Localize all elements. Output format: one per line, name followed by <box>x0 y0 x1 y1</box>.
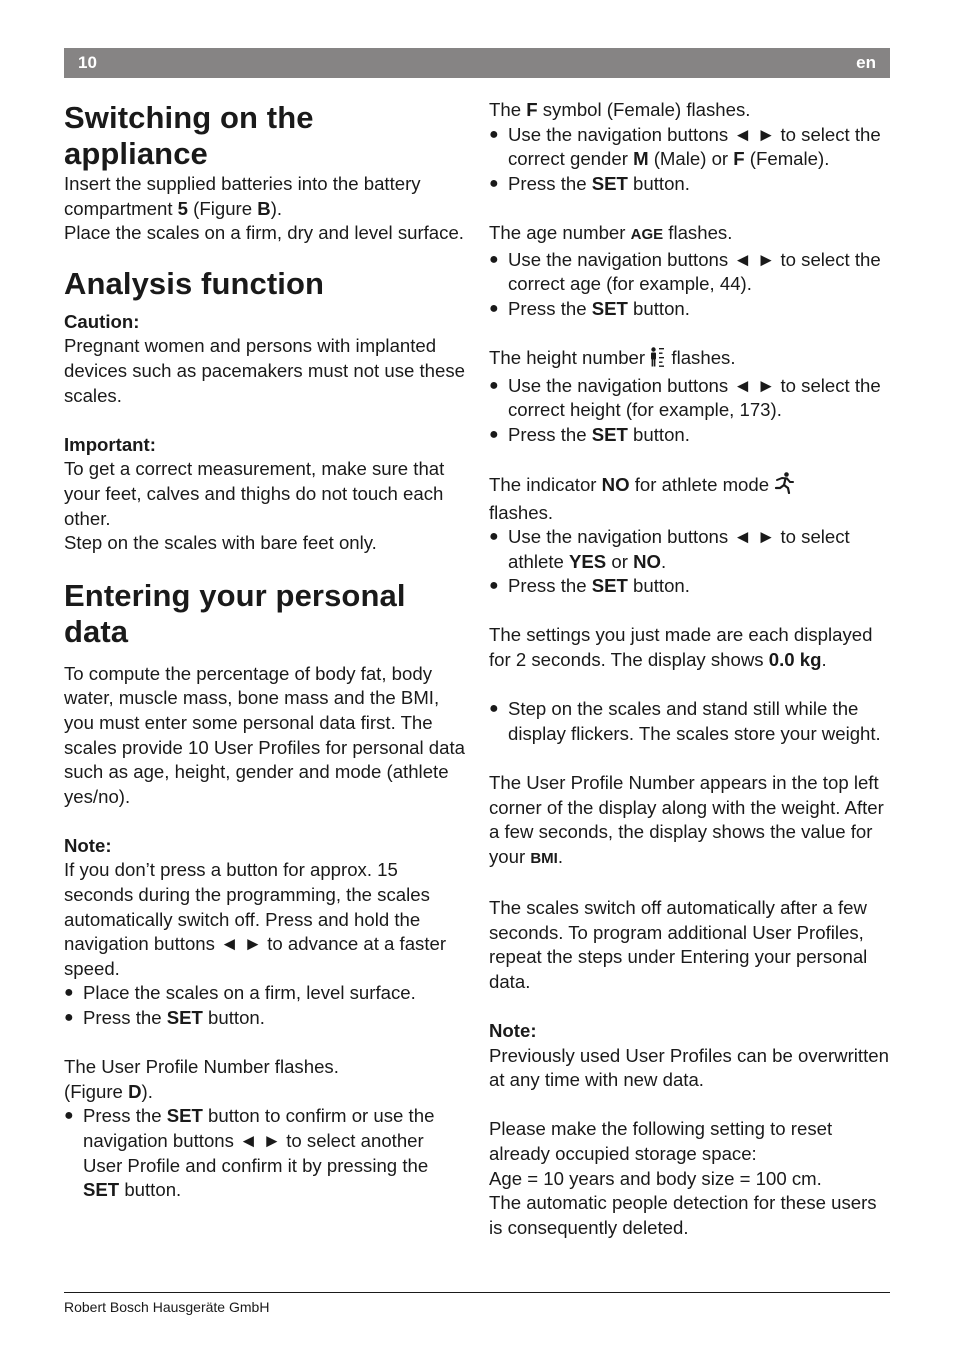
bold-term: SET <box>591 172 628 194</box>
bullet-item: ● Use the navigation buttons ◄ ► to selec… <box>489 248 881 295</box>
caution-text: Pregnant women and persons with implante… <box>64 335 466 406</box>
athlete-intro-continued: flashes. <box>489 501 554 523</box>
right-column: The F symbol (Female) flashes. ● Use the … <box>489 98 893 1240</box>
bullet-list: ● Press the SET button to confirm or use … <box>64 1104 466 1202</box>
page-number: 10 <box>78 53 97 72</box>
note-label: Note: <box>489 1019 537 1041</box>
language-code: en <box>856 53 876 72</box>
bullet-item: ● Press the SET button. <box>489 423 893 448</box>
bullet-list: ● Step on the scales and stand still whil… <box>489 697 893 746</box>
footer-company: Robert Bosch Hausgeräte GmbH <box>64 1299 270 1315</box>
bullet-item: ● Press the SET button. <box>64 1006 466 1031</box>
bold-term: SET <box>83 1179 120 1201</box>
important-label: Important: <box>64 433 156 455</box>
note-text: Previously used User Profiles can be ove… <box>489 1044 889 1091</box>
important-text: To get a correct measurement, make sure … <box>64 458 445 529</box>
bullet-item: ● Press the SET button. <box>489 574 893 599</box>
bullet-item: ● Use the navigation buttons ◄ ► to selec… <box>489 526 850 572</box>
bold-term: F <box>733 148 745 170</box>
intro-text: To compute the percentage of body fat, b… <box>64 662 466 807</box>
bullet-item: ● Use the navigation buttons ◄ ► to selec… <box>489 123 881 170</box>
bullet-icon: ● <box>64 984 74 1002</box>
bullet-item: ● Use the navigation buttons ◄ ► to selec… <box>489 374 881 421</box>
reset-text: Please make the following setting to res… <box>489 1118 833 1164</box>
bullet-item: ● Press the SET button to confirm or use … <box>64 1105 435 1201</box>
note-text: If you don’t press a button for approx. … <box>64 859 447 979</box>
heading-entering-personal-data: Entering your personal data <box>64 577 406 649</box>
bold-term: YES <box>569 550 607 572</box>
bullet-icon: ● <box>489 376 499 394</box>
height-intro: The height number flashes. <box>489 346 893 374</box>
paragraph: Place the scales on a firm, dry and leve… <box>64 222 464 244</box>
bullet-item: ● Step on the scales and stand still whil… <box>489 698 881 744</box>
important-text-2: Step on the scales with bare feet only. <box>64 532 377 554</box>
bullet-icon: ● <box>489 174 499 192</box>
bold-term: SET <box>166 1105 203 1127</box>
switch-off-text: The scales switch off automatically afte… <box>489 897 868 992</box>
bullet-icon: ● <box>489 425 499 443</box>
bullet-icon: ● <box>489 700 499 718</box>
bullet-icon: ● <box>64 1009 74 1027</box>
heading-switching-on: Switching on the appliance <box>64 100 314 171</box>
bullet-icon: ● <box>64 1107 74 1125</box>
bold-term: 0.0 kg <box>768 649 822 671</box>
reset-values: Age = 10 years and body size = 100 cm. <box>489 1167 822 1189</box>
footer-divider <box>64 1292 890 1293</box>
note-label: Note: <box>64 834 112 856</box>
bullet-icon: ● <box>489 125 499 143</box>
bold-term: B <box>257 197 271 219</box>
settings-shown-text: The settings you just made are each disp… <box>489 624 873 671</box>
bold-term: SET <box>591 423 628 445</box>
paragraph: Insert the supplied batteries into the b… <box>64 173 421 219</box>
bold-term: NO <box>633 550 661 572</box>
bullet-list: ● Place the scales on a firm, level surfa… <box>64 981 466 1030</box>
gender-intro: The F symbol (Female) flashes. <box>489 99 751 120</box>
left-column: Switching on the appliance Insert the su… <box>64 98 466 1203</box>
bold-term: F <box>526 99 538 120</box>
figure-reference: (Figure D). <box>64 1080 153 1102</box>
bold-term: SET <box>166 1007 203 1029</box>
bullet-item: ● Place the scales on a firm, level surfa… <box>64 981 466 1006</box>
age-intro: The age number AGE flashes. <box>489 221 733 243</box>
bold-term: NO <box>601 473 630 495</box>
bold-term: SET <box>591 297 628 319</box>
bullet-item: ● Press the SET button. <box>489 297 893 322</box>
bullet-list: ● Use the navigation buttons ◄ ► to selec… <box>489 525 893 599</box>
profile-flashes-text: The User Profile Number flashes. <box>64 1056 339 1078</box>
bold-term: SET <box>591 575 628 597</box>
bullet-list: ● Use the navigation buttons ◄ ► to selec… <box>489 123 893 197</box>
bold-term: BMI <box>530 849 558 867</box>
height-icon <box>650 347 666 374</box>
heading-analysis-function: Analysis function <box>64 265 325 301</box>
athlete-runner-icon <box>774 472 795 501</box>
reset-consequence: The automatic people detection for these… <box>489 1192 877 1238</box>
bold-term: AGE <box>630 225 664 243</box>
bullet-list: ● Use the navigation buttons ◄ ► to selec… <box>489 248 893 322</box>
athlete-intro: The indicator NO for athlete mode <box>489 472 893 501</box>
bullet-list: ● Use the navigation buttons ◄ ► to selec… <box>489 374 893 448</box>
bold-term: M <box>633 148 649 170</box>
bold-term: 5 <box>177 197 189 219</box>
bullet-icon: ● <box>489 528 499 546</box>
bullet-item: ● Press the SET button. <box>489 172 893 197</box>
bold-term: D <box>128 1080 142 1102</box>
bullet-icon: ● <box>489 299 499 317</box>
caution-label: Caution: <box>64 310 140 332</box>
page-header-bar: 10 en <box>64 48 890 78</box>
bullet-icon: ● <box>489 250 499 268</box>
profile-appears-text: The User Profile Number appears in the t… <box>489 772 884 867</box>
bullet-icon: ● <box>489 577 499 595</box>
